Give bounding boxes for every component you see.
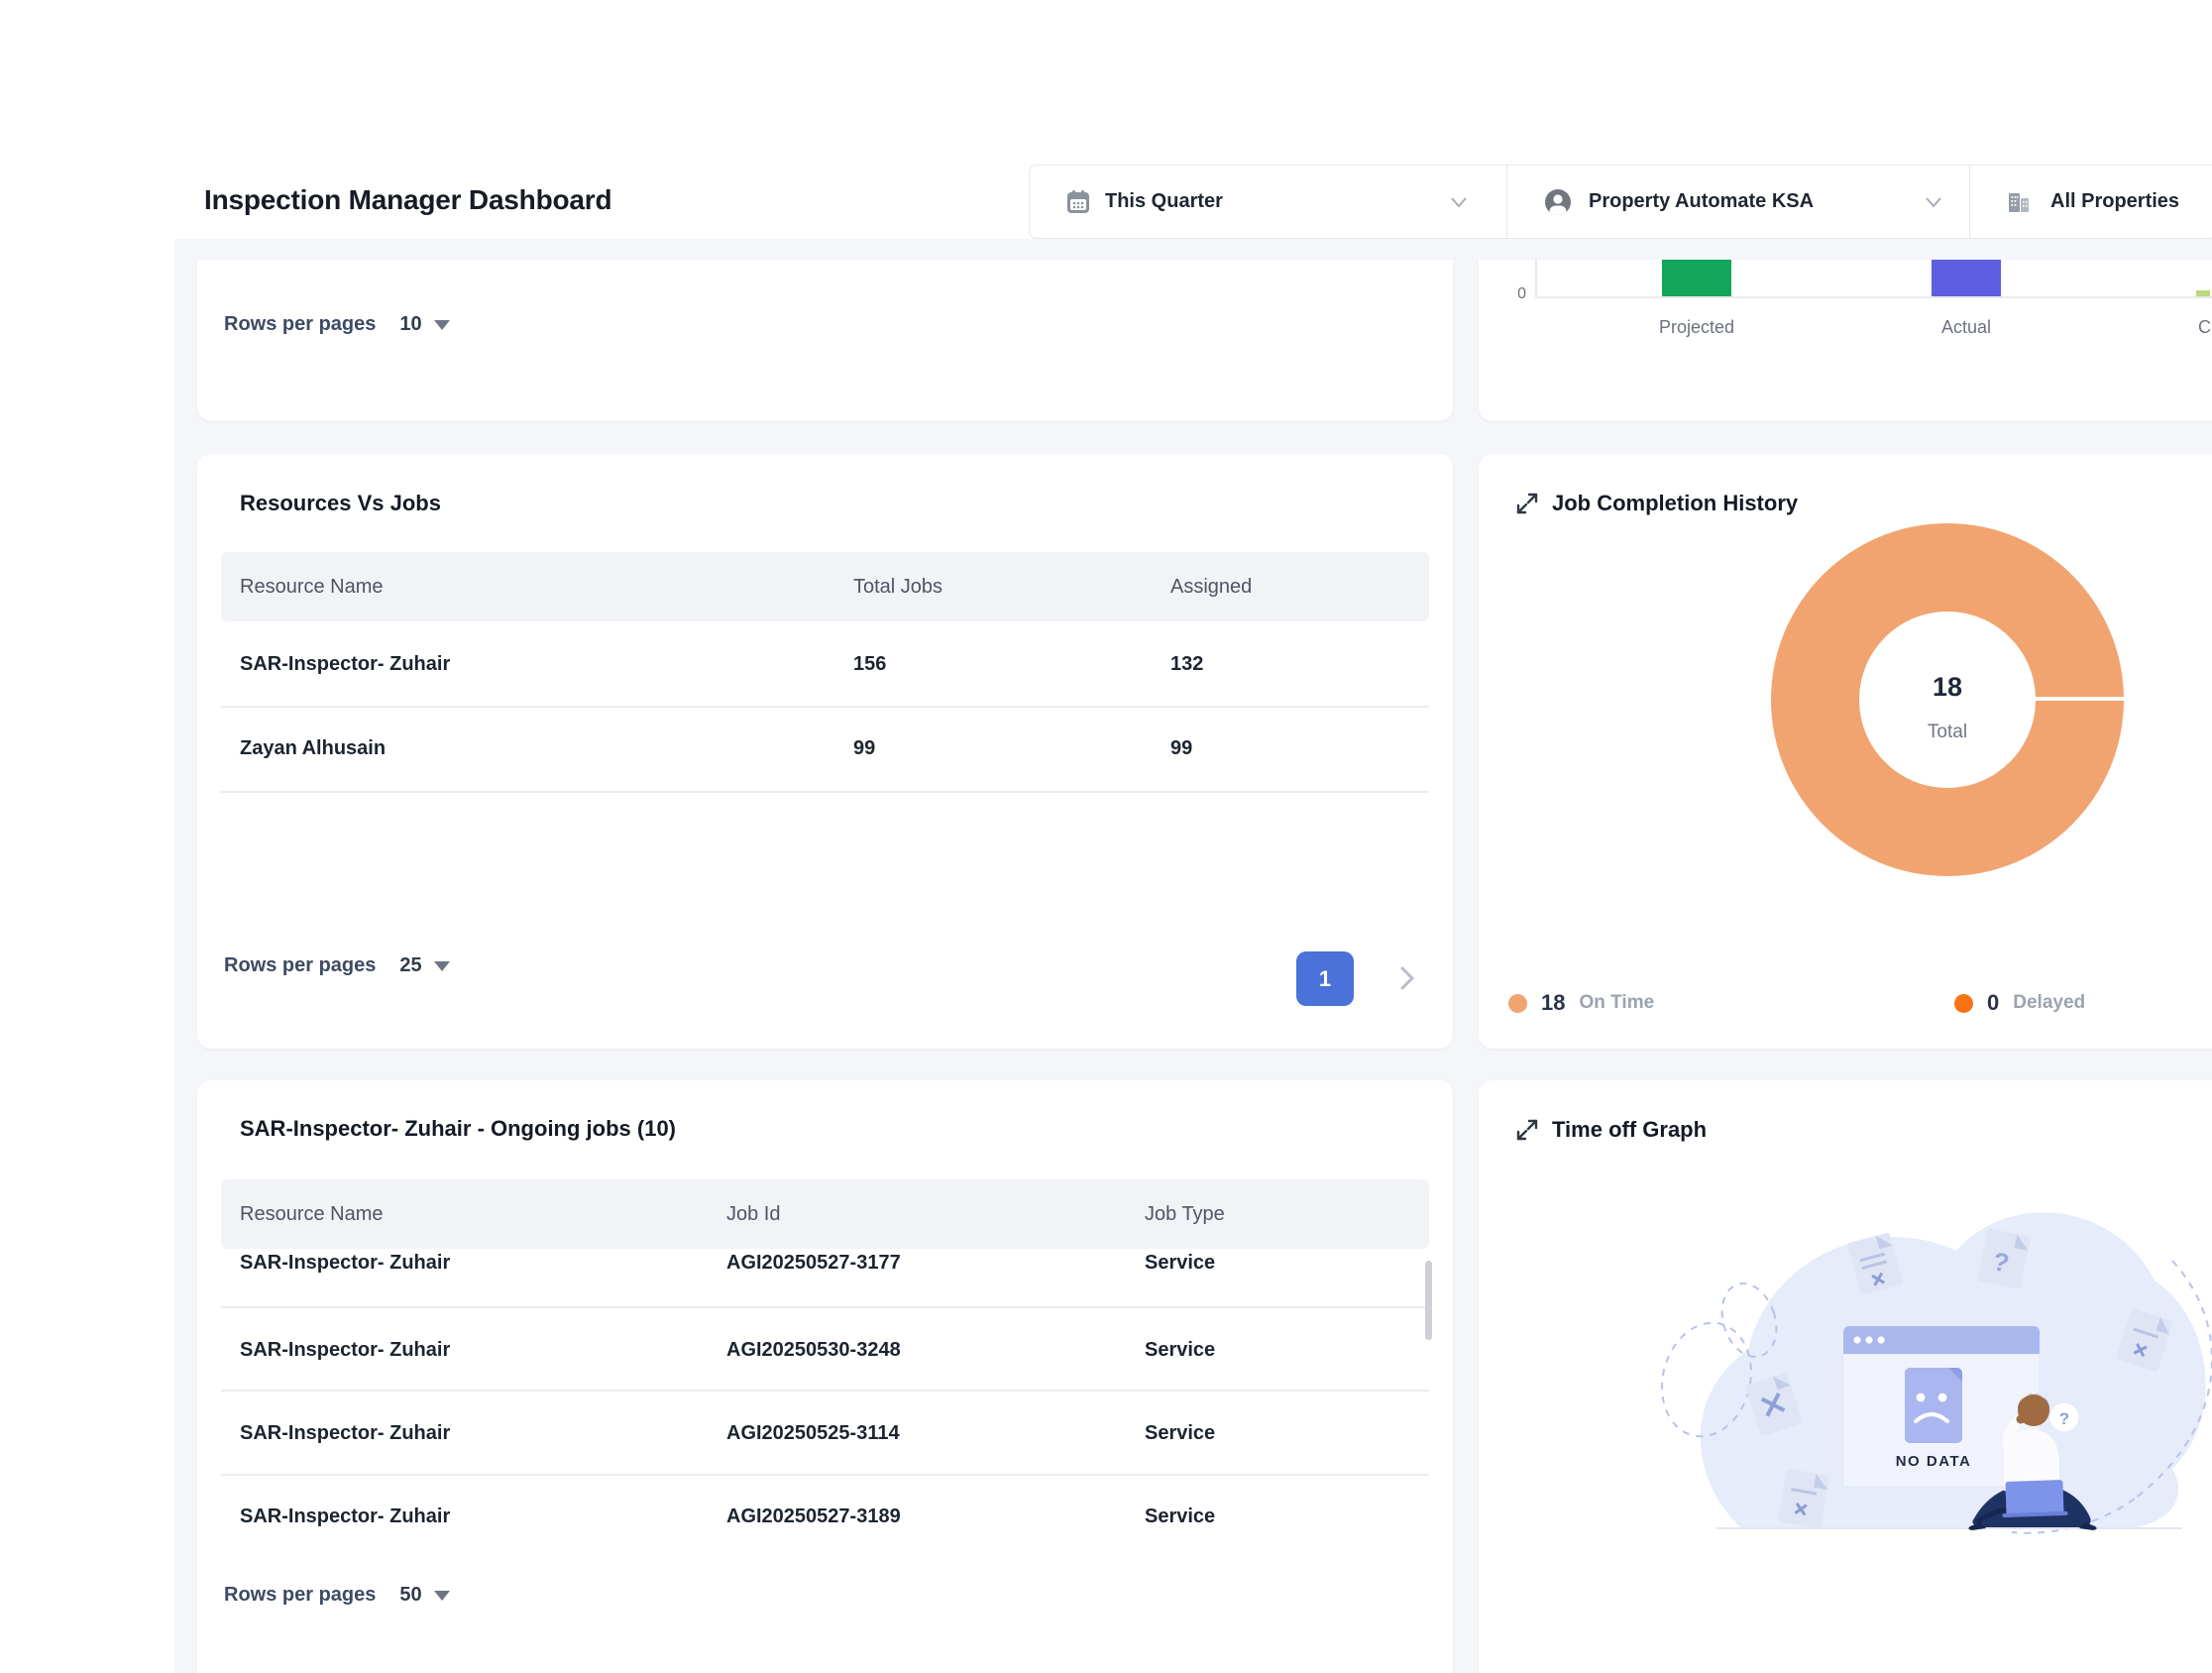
job-type-cell: Service [1145, 1336, 1215, 1364]
rows-per-page-value: 10 [399, 313, 421, 336]
resource-name-cell: Zayan Alhusain [240, 734, 386, 762]
legend-label: Delayed [2013, 992, 2085, 1014]
column-header: Job Id [726, 1179, 780, 1249]
rows-per-page-value: 25 [399, 954, 421, 977]
job-id-cell: AGI20250530-3248 [726, 1336, 901, 1364]
filter-bar: This Quarter Property Automate KSA [1029, 165, 2212, 239]
caret-down-icon [434, 320, 450, 330]
delayed-dot-icon [1954, 994, 1973, 1013]
assigned-cell: 132 [1170, 650, 1203, 678]
page-title: Inspection Manager Dashboard [204, 184, 611, 216]
no-data-label: NO DATA [1896, 1453, 1972, 1470]
filterbar-divider [1969, 166, 1970, 238]
jobs-bar-chart-card: 0 Projected Actual C [1479, 260, 2212, 421]
row-divider [221, 1306, 1429, 1308]
total-jobs-cell: 156 [853, 650, 886, 678]
caret-down-icon [434, 961, 450, 971]
calendar-icon [1065, 189, 1091, 215]
rows-per-page-label: Rows per pages [224, 954, 376, 977]
resource-name-cell: SAR-Inspector- Zuhair [240, 650, 450, 678]
column-header: Job Type [1145, 1179, 1225, 1249]
chart-y-axis [1535, 260, 1537, 297]
resources-vs-jobs-card: Resources Vs Jobs Resource Name Total Jo… [197, 454, 1453, 1049]
rows-per-page-control[interactable]: Rows per pages 25 [224, 950, 450, 980]
property-selector-label: All Properties [2050, 166, 2179, 238]
rows-per-page-control[interactable]: Rows per pages 50 [224, 1580, 450, 1610]
resource-name-cell: SAR-Inspector- Zuhair [240, 1419, 450, 1447]
card-title: Time off Graph [1552, 1117, 1707, 1143]
column-header: Resource Name [240, 1179, 384, 1249]
dashboard-root: Inspection Manager Dashboard This Quarte… [0, 0, 2212, 1673]
expand-icon[interactable] [1514, 491, 1540, 516]
column-header: Assigned [1170, 552, 1252, 621]
job-type-cell: Service [1145, 1249, 1215, 1277]
donut-total-value: 18 [1771, 672, 2124, 703]
assigned-cell: 99 [1170, 734, 1192, 762]
chevron-down-icon [1450, 195, 1468, 209]
rows-per-page-label: Rows per pages [224, 1584, 376, 1607]
period-dropdown-label: This Quarter [1105, 166, 1223, 238]
resource-name-cell: SAR-Inspector- Zuhair [240, 1503, 450, 1530]
row-divider [221, 1390, 1429, 1392]
question-bubble: ? [2049, 1402, 2079, 1432]
row-divider [221, 791, 1429, 793]
pagination-next-icon[interactable] [1393, 963, 1421, 993]
row-divider [221, 706, 1429, 708]
card-title: SAR-Inspector- Zuhair - Ongoing jobs (10… [240, 1116, 676, 1142]
bar-actual [1932, 260, 2001, 296]
filterbar-divider [1506, 166, 1507, 238]
no-data-illustration: ? [1538, 1170, 2212, 1576]
caret-down-icon [434, 1591, 450, 1601]
legend-item-on-time: 18 On Time [1508, 989, 1654, 1017]
ongoing-jobs-card: SAR-Inspector- Zuhair - Ongoing jobs (10… [197, 1080, 1453, 1673]
pagination-page-1-button[interactable]: 1 [1296, 951, 1354, 1006]
bar-label-clipped: C [2198, 317, 2212, 338]
upper-table-card: Rows per pages 10 [197, 260, 1453, 421]
legend-label: On Time [1579, 992, 1654, 1014]
chevron-down-icon [1925, 195, 1942, 209]
bar-projected [1662, 260, 1731, 296]
table-header-row: Resource Name Job Id Job Type [221, 1179, 1429, 1249]
job-id-cell: AGI20250525-3114 [726, 1419, 900, 1447]
resource-name-cell: SAR-Inspector- Zuhair [240, 1336, 450, 1364]
card-title: Resources Vs Jobs [240, 491, 441, 516]
card-title: Job Completion History [1552, 491, 1798, 516]
column-header: Resource Name [240, 552, 384, 621]
job-type-cell: Service [1145, 1503, 1215, 1530]
y-axis-tick: 0 [1496, 285, 1526, 303]
table-scrollbar-thumb[interactable] [1425, 1261, 1432, 1340]
donut-total-label: Total [1771, 722, 2124, 743]
total-jobs-cell: 99 [853, 734, 875, 762]
bar-clipped [2196, 290, 2210, 296]
job-id-cell: AGI20250527-3189 [726, 1503, 901, 1530]
legend-value: 18 [1541, 990, 1565, 1016]
user-icon [1545, 189, 1571, 215]
legend-item-delayed: 0 Delayed [1954, 989, 2085, 1017]
time-off-graph-card: Time off Graph [1479, 1080, 2212, 1673]
resource-name-cell: SAR-Inspector- Zuhair [240, 1249, 450, 1277]
rows-per-page-label: Rows per pages [224, 313, 376, 336]
bar-label-actual: Actual [1897, 317, 2036, 338]
account-dropdown-label: Property Automate KSA [1589, 166, 1814, 238]
job-id-cell: AGI20250527-3177 [726, 1249, 901, 1277]
chart-x-axis [1535, 296, 2212, 298]
rows-per-page-control[interactable]: Rows per pages 10 [224, 309, 450, 339]
expand-icon[interactable] [1514, 1117, 1540, 1143]
rows-per-page-value: 50 [399, 1584, 421, 1607]
column-header: Total Jobs [853, 552, 942, 621]
job-type-cell: Service [1145, 1419, 1215, 1447]
svg-text:?: ? [2059, 1409, 2069, 1428]
table-header-row: Resource Name Total Jobs Assigned [221, 552, 1429, 621]
row-divider [221, 1474, 1429, 1476]
sad-document-icon [1905, 1368, 1962, 1443]
legend-value: 0 [1987, 990, 1999, 1016]
bar-label-projected: Projected [1627, 317, 1766, 338]
buildings-icon [2006, 189, 2032, 215]
on-time-dot-icon [1508, 994, 1527, 1013]
